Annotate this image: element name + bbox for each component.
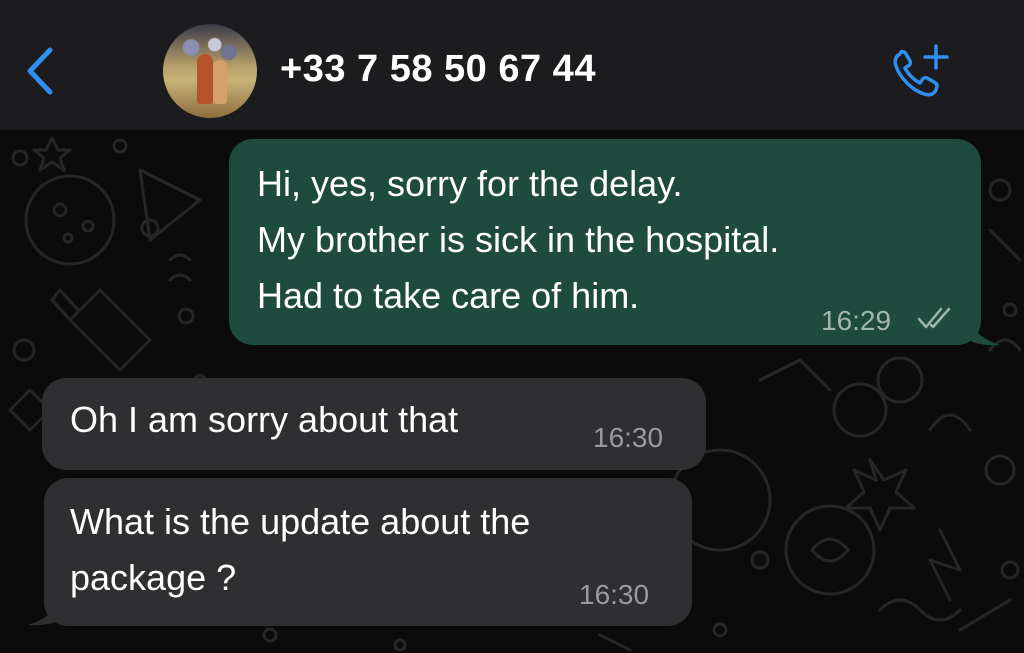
message-text: What is the update about the package ? bbox=[70, 501, 531, 598]
add-call-button[interactable] bbox=[888, 40, 954, 100]
message-incoming[interactable]: Oh I am sorry about that 16:30 bbox=[42, 378, 706, 470]
message-outgoing[interactable]: Hi, yes, sorry for the delay. My brother… bbox=[229, 139, 981, 345]
avatar-photo-figure bbox=[197, 54, 213, 104]
chat-header: +33 7 58 50 67 44 bbox=[0, 0, 1024, 130]
bubble-tail bbox=[28, 600, 60, 626]
phone-plus-icon bbox=[893, 44, 949, 97]
message-text: Hi, yes, sorry for the delay. My brother… bbox=[257, 163, 780, 316]
avatar-photo-figure bbox=[213, 60, 227, 104]
message-time: 16:30 bbox=[579, 579, 650, 610]
chevron-left-icon bbox=[27, 47, 53, 95]
bubble-tail bbox=[968, 320, 1000, 346]
message-list[interactable]: Hi, yes, sorry for the delay. My brother… bbox=[0, 130, 1024, 653]
back-button[interactable] bbox=[22, 46, 58, 96]
message-text: Oh I am sorry about that bbox=[70, 399, 459, 440]
double-check-icon bbox=[917, 307, 951, 329]
message-incoming[interactable]: What is the update about the package ? 1… bbox=[44, 478, 692, 626]
contact-name[interactable]: +33 7 58 50 67 44 bbox=[280, 48, 596, 91]
message-time: 16:30 bbox=[593, 422, 664, 453]
contact-avatar[interactable] bbox=[163, 24, 257, 118]
message-time: 16:29 bbox=[821, 305, 892, 336]
